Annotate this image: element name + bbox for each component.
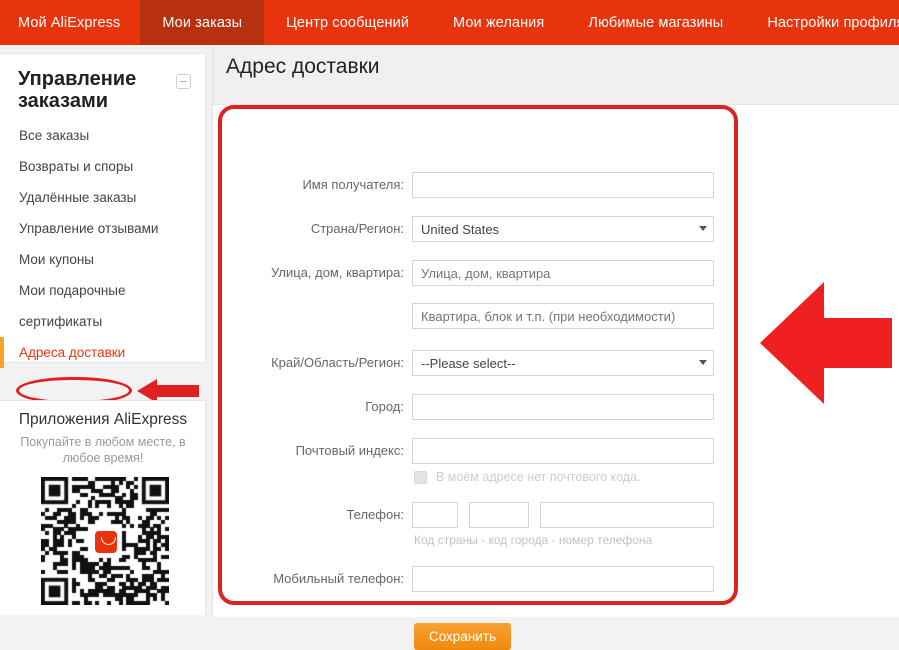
nav-item-favorite-stores[interactable]: Любимые магазины	[566, 0, 745, 45]
label-mobile-phone: Мобильный телефон:	[273, 571, 404, 586]
nav-item-profile-settings[interactable]: Настройки профиля	[745, 0, 899, 45]
shipping-address-form: Имя получателя: Страна/Регион: Улица, до…	[222, 110, 734, 592]
apartment-input[interactable]	[412, 303, 714, 329]
nav-item-my-orders[interactable]: Мои заказы	[140, 0, 265, 45]
sidebar-item-shipping-addresses[interactable]: Адреса доставки	[0, 337, 206, 368]
phone-number-input[interactable]	[540, 502, 714, 528]
sidebar-item-my-gift-cards[interactable]: Мои подарочные	[0, 275, 206, 306]
page-body: Управление заказами Все заказы Возвраты …	[0, 45, 899, 650]
label-province: Край/Область/Регион:	[271, 355, 404, 370]
page-title: Адрес доставки	[226, 55, 380, 78]
no-postcode-label: В моём адресе нет почтового кода.	[436, 470, 641, 484]
sidebar-item-gift-certificates[interactable]: сертификаты	[0, 306, 206, 337]
label-phone: Телефон:	[346, 507, 404, 522]
sidebar-item-returns-disputes[interactable]: Возвраты и споры	[0, 151, 206, 182]
aliexpress-logo-icon	[93, 529, 119, 555]
country-select[interactable]	[412, 216, 714, 242]
province-select-wrapper[interactable]	[412, 350, 714, 376]
nav-item-my-aliexpress[interactable]: Мой AliExpress	[0, 0, 140, 45]
qr-code-icon[interactable]	[41, 477, 169, 605]
sidebar-item-manage-reviews[interactable]: Управление отзывами	[0, 213, 206, 244]
country-select-wrapper[interactable]	[412, 216, 714, 242]
nav-item-message-center[interactable]: Центр сообщений	[264, 0, 431, 45]
minus-circle-icon[interactable]	[176, 74, 191, 89]
no-postcode-checkbox[interactable]	[414, 471, 427, 484]
sidebar-item-my-coupons[interactable]: Мои купоны	[0, 244, 206, 275]
label-postcode: Почтовый индекс:	[295, 443, 404, 458]
sidebar-menu-list: Все заказы Возвраты и споры Удалённые за…	[0, 120, 206, 368]
phone-country-code-input[interactable]	[412, 502, 458, 528]
phone-area-code-input[interactable]	[469, 502, 529, 528]
sidebar-title: Управление заказами	[18, 68, 137, 112]
apps-panel-title: Приложения AliExpress	[18, 411, 188, 428]
mobile-phone-input[interactable]	[412, 566, 714, 592]
sidebar: Управление заказами Все заказы Возвраты …	[0, 45, 213, 617]
label-recipient-name: Имя получателя:	[302, 177, 404, 192]
sidebar-apps-panel: Приложения AliExpress Покупайте в любом …	[0, 400, 206, 615]
sidebar-orders-panel: Управление заказами Все заказы Возвраты …	[0, 53, 206, 368]
recipient-name-input[interactable]	[412, 172, 714, 198]
street-address-input[interactable]	[412, 260, 714, 286]
postcode-input[interactable]	[412, 438, 714, 464]
sidebar-item-deleted-orders[interactable]: Удалённые заказы	[0, 182, 206, 213]
nav-item-my-wishlist[interactable]: Мои желания	[431, 0, 566, 45]
top-navigation-bar: Мой AliExpress Мои заказы Центр сообщени…	[0, 0, 899, 45]
label-country: Страна/Регион:	[310, 221, 404, 236]
apps-panel-subtitle: Покупайте в любом месте, в любое время!	[20, 435, 186, 465]
save-button[interactable]: Сохранить	[414, 623, 511, 650]
label-city: Город:	[365, 399, 404, 414]
label-street: Улица, дом, квартира:	[270, 265, 404, 280]
city-input[interactable]	[412, 394, 714, 420]
phone-hint: Код страны - код города - номер телефона	[414, 533, 653, 547]
sidebar-item-all-orders[interactable]: Все заказы	[0, 120, 206, 151]
province-select[interactable]	[412, 350, 714, 376]
